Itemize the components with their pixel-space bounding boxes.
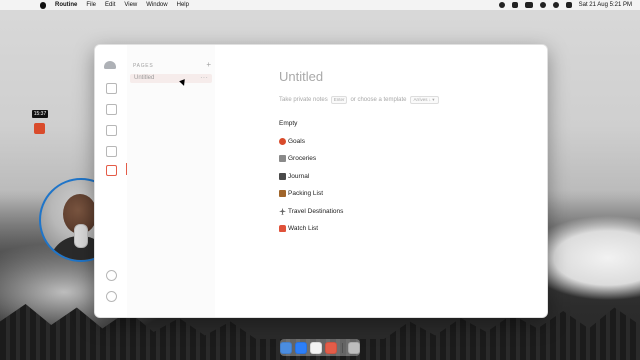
- menu-bar-left: Routine File Edit View Window Help: [0, 1, 189, 9]
- menu-edit[interactable]: Edit: [105, 2, 115, 8]
- menu-app-name[interactable]: Routine: [55, 2, 77, 8]
- menu-window[interactable]: Window: [146, 2, 167, 8]
- document-title[interactable]: Untitled: [279, 69, 323, 84]
- settings-icon[interactable]: [106, 270, 117, 281]
- safari-icon[interactable]: [295, 341, 307, 354]
- page-item-untitled[interactable]: Untitled ···: [130, 73, 212, 83]
- package-icon: [279, 190, 286, 198]
- hint-suffix: or choose a template: [350, 97, 407, 103]
- template-item-watch-list[interactable]: Watch List: [279, 220, 343, 238]
- inbox-icon[interactable]: [106, 104, 117, 115]
- menu-view[interactable]: View: [124, 2, 137, 8]
- hint-prefix: Take private notes: [279, 97, 328, 103]
- template-list: Empty Goals Groceries Journal Packing Li…: [279, 115, 343, 238]
- cloud-icon[interactable]: [104, 61, 116, 69]
- notebook-icon: [279, 172, 286, 180]
- routine-icon[interactable]: [325, 341, 337, 354]
- template-item-empty[interactable]: Empty: [279, 115, 343, 133]
- wifi-icon[interactable]: [539, 2, 546, 8]
- menu-datetime[interactable]: Sat 21 Aug 5:21 PM: [579, 2, 632, 8]
- calendar-icon[interactable]: [106, 83, 117, 94]
- template-label: Packing List: [288, 190, 324, 198]
- add-page-button[interactable]: +: [206, 60, 211, 69]
- pages-title: PAGES: [133, 63, 154, 69]
- template-item-travel-destinations[interactable]: Travel Destinations: [279, 203, 343, 221]
- help-icon[interactable]: [106, 291, 117, 302]
- microphone-icon: [74, 224, 88, 248]
- template-label: Journal: [288, 172, 310, 180]
- more-icon[interactable]: ···: [200, 73, 208, 82]
- template-label: Empty: [279, 120, 298, 128]
- template-select[interactable]: Arrives ↓ ▾: [409, 96, 439, 104]
- template-item-packing-list[interactable]: Packing List: [279, 185, 343, 203]
- page-item-label: Untitled: [134, 75, 155, 81]
- stop-icon[interactable]: [34, 123, 45, 134]
- editor-pane: Untitled Take private notes Enter or cho…: [215, 45, 547, 317]
- display-icon[interactable]: [511, 2, 518, 8]
- apple-icon[interactable]: [40, 1, 46, 9]
- template-hint: Take private notes Enter or choose a tem…: [279, 96, 439, 104]
- battery-icon[interactable]: [524, 2, 533, 8]
- airplane-icon: [279, 207, 286, 215]
- template-label: Watch List: [288, 225, 319, 233]
- dock-separator: [342, 342, 343, 353]
- icon-rail: [95, 45, 128, 317]
- calendar-icon[interactable]: [310, 341, 322, 354]
- control-center-icon[interactable]: [565, 2, 572, 8]
- list-icon[interactable]: [106, 125, 117, 136]
- trash-icon[interactable]: [348, 341, 360, 354]
- menu-bar-right: Sat 21 Aug 5:21 PM: [498, 0, 632, 10]
- target-icon: [279, 137, 286, 145]
- template-item-journal[interactable]: Journal: [279, 168, 343, 186]
- cart-icon: [279, 155, 286, 163]
- menu-file[interactable]: File: [86, 2, 96, 8]
- popcorn-icon: [279, 225, 286, 233]
- dock: [280, 339, 360, 356]
- template-label: Groceries: [288, 155, 317, 163]
- pages-panel: PAGES + Untitled ···: [127, 45, 216, 317]
- recording-timer: 15:37: [32, 110, 48, 118]
- page-icon[interactable]: [106, 165, 117, 176]
- finder-icon[interactable]: [280, 341, 292, 354]
- template-item-groceries[interactable]: Groceries: [279, 150, 343, 168]
- enter-key-hint: Enter: [330, 96, 348, 104]
- template-label: Travel Destinations: [288, 207, 344, 215]
- square-icon[interactable]: [106, 146, 117, 157]
- search-icon[interactable]: [552, 2, 559, 8]
- menu-bar: Routine File Edit View Window Help Sat 2…: [0, 0, 640, 10]
- template-label: Goals: [288, 137, 305, 145]
- app-window: PAGES + Untitled ··· Untitled Take priva…: [94, 44, 548, 318]
- template-item-goals[interactable]: Goals: [279, 133, 343, 151]
- recording-icon[interactable]: [498, 2, 505, 8]
- menu-help[interactable]: Help: [177, 2, 189, 8]
